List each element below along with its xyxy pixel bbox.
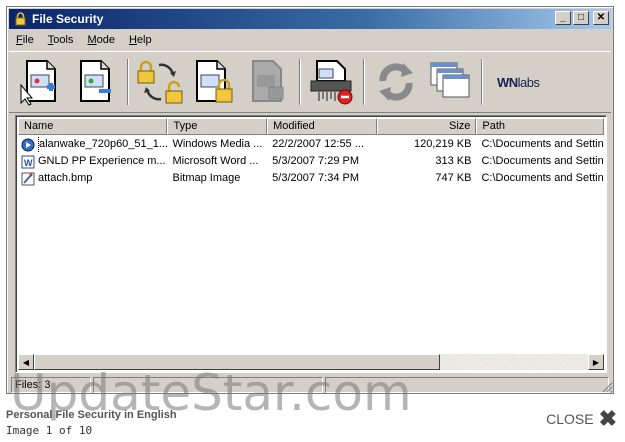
lock-icon bbox=[13, 11, 27, 27]
list-rows: alanwake_720p60_51_1... Windows Media ..… bbox=[18, 136, 604, 187]
table-row[interactable]: alanwake_720p60_51_1... Windows Media ..… bbox=[18, 136, 604, 153]
status-file-count: Files: 3 bbox=[11, 377, 91, 393]
cascade-windows-icon bbox=[430, 62, 470, 98]
screenshot-stage: File Security _ □ ✕ File Tools Mode Help bbox=[0, 0, 625, 442]
wnlabs-logo: WNlabs bbox=[497, 74, 540, 90]
remove-files-button[interactable] bbox=[69, 54, 123, 110]
file-name: GNLD PP Experience m... bbox=[38, 155, 166, 167]
toolbar-separator bbox=[299, 59, 301, 105]
file-name: attach.bmp bbox=[38, 172, 93, 184]
image-counter: Image 1 of 10 bbox=[6, 424, 93, 437]
shred-file-button[interactable] bbox=[305, 54, 359, 110]
add-files-button[interactable] bbox=[15, 54, 69, 110]
menu-tools[interactable]: Tools bbox=[41, 34, 81, 46]
caption-title: Personal File Security in English bbox=[6, 409, 177, 421]
close-icon: ✕ bbox=[596, 12, 606, 23]
scroll-track[interactable] bbox=[34, 354, 588, 370]
remove-document-icon bbox=[80, 60, 111, 102]
menu-bar: File Tools Mode Help bbox=[9, 31, 611, 49]
close-viewer-button[interactable]: CLOSE ✖ bbox=[546, 408, 617, 430]
word-document-icon: W bbox=[20, 154, 35, 169]
arrow-left-icon: ◀ bbox=[22, 357, 30, 367]
refresh-button[interactable] bbox=[369, 54, 423, 110]
file-path: C:\Documents and Settings bbox=[481, 155, 605, 167]
toolbar: WNlabs bbox=[9, 51, 611, 113]
file-type: Microsoft Word ... bbox=[172, 155, 259, 167]
column-name[interactable]: Name bbox=[18, 118, 168, 135]
column-size[interactable]: Size bbox=[376, 118, 477, 135]
encrypt-file-button[interactable] bbox=[187, 54, 241, 110]
maximize-icon: □ bbox=[577, 12, 585, 23]
menu-file[interactable]: File bbox=[9, 34, 41, 46]
minimize-button[interactable]: _ bbox=[555, 11, 571, 25]
file-path: C:\Documents and Settings bbox=[481, 138, 605, 150]
decrypt-file-button[interactable] bbox=[241, 54, 295, 110]
status-panel bbox=[93, 377, 323, 393]
file-type: Bitmap Image bbox=[172, 172, 241, 184]
file-size: 747 KB bbox=[435, 172, 472, 184]
toolbar-separator bbox=[481, 59, 483, 105]
status-panel bbox=[325, 377, 609, 393]
file-list[interactable]: Name Type Modified Size Path alanwake_72… bbox=[15, 115, 607, 373]
close-label: CLOSE bbox=[546, 411, 594, 427]
file-type: Windows Media ... bbox=[172, 138, 263, 150]
file-size: 313 KB bbox=[435, 155, 472, 167]
file-modified: 5/3/2007 7:29 PM bbox=[272, 155, 359, 167]
close-x-icon: ✖ bbox=[598, 406, 617, 431]
resize-grip-icon[interactable] bbox=[601, 381, 613, 393]
list-header: Name Type Modified Size Path bbox=[18, 118, 604, 135]
title-bar[interactable]: File Security _ □ ✕ bbox=[9, 9, 611, 29]
toolbar-separator bbox=[363, 59, 365, 105]
locked-document-icon bbox=[196, 60, 233, 103]
column-modified[interactable]: Modified bbox=[267, 118, 377, 135]
menu-mode[interactable]: Mode bbox=[80, 34, 122, 46]
table-row[interactable]: attach.bmp Bitmap Image 5/3/2007 7:34 PM… bbox=[18, 170, 604, 187]
close-button[interactable]: ✕ bbox=[593, 11, 609, 25]
column-type[interactable]: Type bbox=[167, 118, 268, 135]
table-row[interactable]: W GNLD PP Experience m... Microsoft Word… bbox=[18, 153, 604, 170]
file-name: alanwake_720p60_51_1... bbox=[38, 136, 168, 153]
scroll-right-button[interactable]: ▶ bbox=[588, 354, 604, 370]
column-path[interactable]: Path bbox=[476, 118, 604, 135]
minimize-icon: _ bbox=[560, 12, 566, 23]
refresh-icon bbox=[379, 63, 413, 101]
windows-button[interactable] bbox=[423, 54, 477, 110]
shredder-icon bbox=[310, 60, 353, 105]
scroll-thumb[interactable] bbox=[34, 354, 440, 370]
toolbar-separator bbox=[127, 59, 129, 105]
status-bar: Files: 3 bbox=[11, 377, 609, 393]
arrow-right-icon: ▶ bbox=[592, 357, 600, 367]
file-path: C:\Documents and Settings bbox=[481, 172, 605, 184]
media-file-icon bbox=[20, 137, 35, 152]
file-modified: 5/3/2007 7:34 PM bbox=[272, 172, 359, 184]
menu-help[interactable]: Help bbox=[122, 34, 159, 46]
horizontal-scrollbar[interactable]: ◀ ▶ bbox=[18, 354, 604, 370]
disabled-document-icon bbox=[252, 60, 284, 102]
toggle-lock-button[interactable] bbox=[133, 54, 187, 110]
scroll-left-button[interactable]: ◀ bbox=[18, 354, 34, 370]
bitmap-image-icon bbox=[20, 171, 35, 186]
file-size: 120,219 KB bbox=[413, 138, 472, 150]
maximize-button[interactable]: □ bbox=[573, 11, 589, 25]
lock-unlock-cycle-icon bbox=[137, 60, 183, 104]
svg-text:W: W bbox=[24, 158, 33, 168]
add-document-icon bbox=[20, 60, 56, 106]
file-security-window: File Security _ □ ✕ File Tools Mode Help bbox=[6, 6, 614, 394]
window-title: File Security bbox=[32, 12, 104, 26]
file-modified: 22/2/2007 12:55 ... bbox=[272, 138, 364, 150]
